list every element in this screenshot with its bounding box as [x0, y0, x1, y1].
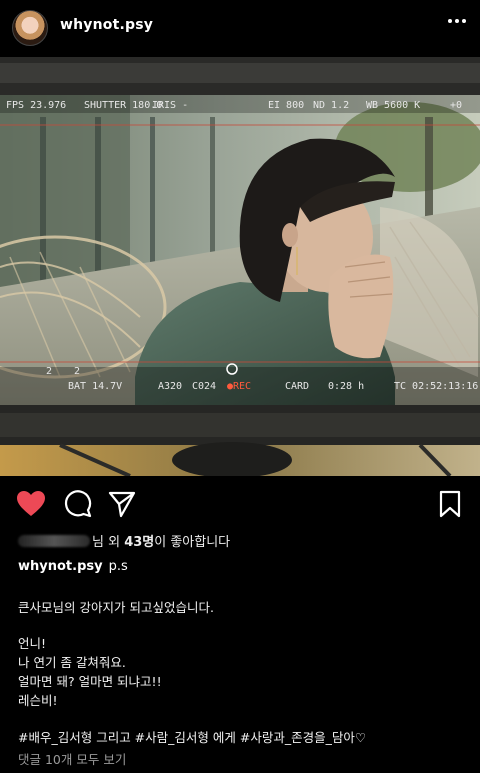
caption-line: 큰사모님의 강아지가 되고싶었습니다. [18, 600, 214, 615]
comment-icon[interactable] [64, 490, 92, 518]
vf-tint: +0 [450, 100, 462, 111]
post-header: whynot.psy [0, 0, 480, 57]
vf-scale-mid: 2 [74, 366, 80, 377]
post-username[interactable]: whynot.psy [60, 17, 153, 33]
avatar[interactable] [12, 10, 48, 46]
vf-nd: ND 1.2 [313, 100, 349, 111]
vf-shutter: SHUTTER 180.0 [84, 100, 162, 111]
likes-suffix: 님 외 [92, 535, 125, 550]
caption-line: 얼마면 돼? 얼마면 되냐고!! [18, 674, 162, 689]
caption-first: p.s [108, 559, 128, 574]
heart-icon[interactable] [16, 490, 46, 518]
post-photo[interactable]: FPS 23.976 SHUTTER 180.0 IRIS - EI 800 N… [0, 57, 480, 476]
blurred-username [18, 535, 90, 547]
caption-hashtags[interactable]: #배우_김서형 그리고 #사람_김서형 에게 #사랑과_존경을_담아♡ [18, 727, 366, 746]
likes-count: 43명 [124, 535, 155, 550]
view-all-comments[interactable]: 댓글 10개 모두 보기 [18, 749, 126, 768]
viewfinder-illustration: FPS 23.976 SHUTTER 180.0 IRIS - EI 800 N… [0, 57, 480, 476]
bookmark-icon[interactable] [438, 490, 462, 518]
caption-username[interactable]: whynot.psy [18, 559, 103, 574]
send-icon[interactable] [108, 490, 136, 518]
caption-line: 나 연기 좀 갈쳐줘요. [18, 655, 126, 670]
post-actions [0, 478, 480, 530]
more-horizontal-icon[interactable] [448, 19, 466, 23]
vf-bat: BAT 14.7V [68, 381, 122, 392]
vf-iris: IRIS - [152, 100, 188, 111]
vf-media: A320 [158, 381, 182, 392]
likes-summary[interactable]: 님 외 43명이 좋아합니다 [18, 531, 230, 550]
vf-scale-left: 2 [46, 366, 52, 377]
vf-fps: FPS 23.976 [6, 100, 66, 111]
vf-remaining: 0:28 h [328, 381, 364, 392]
caption-header: whynot.psy p.s [18, 559, 128, 574]
vf-rec: ●REC [227, 381, 251, 392]
caption-line: 레슨비! [18, 693, 58, 708]
caption-line: 언니! [18, 636, 47, 651]
likes-tail: 이 좋아합니다 [154, 535, 231, 550]
vf-wb: WB 5600 K [366, 100, 420, 111]
vf-clip: C024 [192, 381, 216, 392]
vf-card: CARD [285, 381, 309, 392]
vf-ei: EI 800 [268, 100, 304, 111]
vf-timecode: TC 02:52:13:16 [394, 381, 478, 392]
